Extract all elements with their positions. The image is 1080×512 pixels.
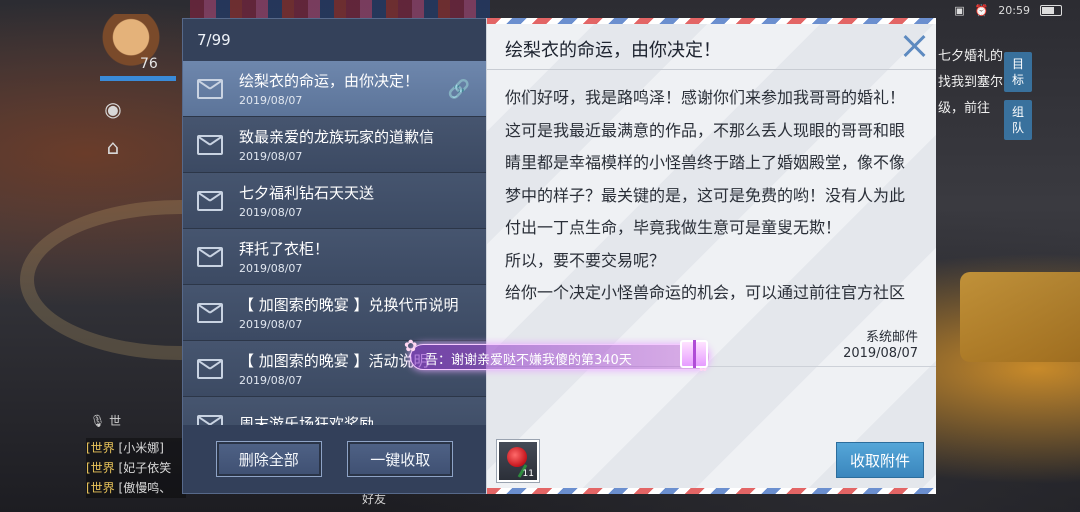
mail-list-panel: 7/99 绘梨衣的命运，由你决定！ 2019/08/07 🔗 致最亲爱的龙族玩家…	[182, 18, 487, 494]
status-time: 20:59	[998, 3, 1030, 17]
mail-count: 7/99	[183, 19, 486, 61]
tab-team[interactable]: 组队	[1004, 100, 1032, 140]
gift-icon	[680, 340, 708, 368]
mail-item-date: 2019/08/07	[239, 318, 303, 331]
player-level: 76	[140, 56, 158, 72]
mail-list-item[interactable]: 七夕福利钻石天天送 2019/08/07	[183, 173, 486, 229]
chat-line: [世界 [傲慢鸣、	[86, 481, 172, 495]
mail-sender: 系统邮件	[865, 330, 918, 345]
envelope-icon	[197, 358, 223, 379]
microphone-icon: 🎙	[90, 414, 106, 428]
right-tabs: 目标 组队	[1004, 52, 1032, 140]
quest-line: 七夕婚礼的	[938, 49, 1004, 64]
mail-list-item[interactable]: 绘梨衣的命运，由你决定！ 2019/08/07 🔗	[183, 61, 486, 117]
attachment-item[interactable]: 11	[497, 440, 539, 482]
mail-body-line: 给你一个决定小怪兽命运的机会，可以通过前往官方社区	[505, 283, 906, 302]
airmail-border-bottom	[487, 488, 936, 494]
mail-body-line: 你们好呀，我是路鸣泽！感谢你们来参加我哥哥的婚礼！	[505, 88, 906, 107]
mail-sent-date: 2019/08/07	[843, 346, 918, 361]
mail-subject: 绘梨衣的命运，由你决定！	[505, 40, 721, 61]
mail-detail-panel: 绘梨衣的命运，由你决定！ 你们好呀，我是路鸣泽！感谢你们来参加我哥哥的婚礼！ 这…	[486, 18, 936, 494]
eye-icon[interactable]: ◉	[100, 96, 126, 122]
envelope-icon	[197, 414, 223, 425]
mail-list-footer: 删除全部 一键收取	[183, 425, 486, 493]
mail-item-title: 绘梨衣的命运，由你决定！	[239, 72, 420, 90]
mail-list-item[interactable]: 【 加图索的晚宴 】兑换代币说明 2019/08/07	[183, 285, 486, 341]
chat-voice-button[interactable]: 🎙 世	[90, 412, 121, 429]
quest-line: 级，前往	[938, 101, 991, 116]
battery-icon	[1040, 4, 1062, 16]
tab-target[interactable]: 目标	[1004, 52, 1032, 92]
mail-item-title: 拜托了衣柜！	[239, 240, 330, 258]
envelope-icon	[197, 302, 223, 323]
mail-body-line: 所以，要不要交易呢？	[505, 250, 666, 270]
mail-header: 绘梨衣的命运，由你决定！	[487, 24, 936, 70]
claim-all-button[interactable]: 一键收取	[347, 441, 454, 477]
envelope-icon	[197, 246, 223, 267]
claim-attachment-button[interactable]: 收取附件	[836, 442, 924, 478]
envelope-icon	[197, 190, 223, 211]
mail-item-date: 2019/08/07	[239, 374, 303, 387]
barrage-text: 吾：谢谢亲爱哒不嫌我傻的第340天	[425, 353, 632, 368]
player-exp-bar	[100, 76, 176, 81]
attachment-count: 11	[522, 469, 534, 479]
delete-all-button[interactable]: 删除全部	[215, 441, 322, 477]
mail-item-title: 【 加图索的晚宴 】兑换代币说明	[239, 296, 459, 314]
mail-body-line: 付出一丁点生命，毕竟我做生意可是童叟无欺！	[505, 218, 842, 237]
flower-icon: ✿	[404, 336, 418, 355]
mail-item-title: 周末游乐场狂欢奖励	[239, 414, 375, 426]
mail-item-title: 致最亲爱的龙族玩家的道歉信	[239, 128, 435, 146]
mail-item-date: 2019/08/07	[239, 206, 303, 219]
mail-list-item[interactable]: 拜托了衣柜！ 2019/08/07	[183, 229, 486, 285]
link-icon: 🔗	[447, 79, 470, 100]
chat-log[interactable]: [世界 [小米娜] [世界 [妃子依笑 [世界 [傲慢鸣、	[86, 438, 186, 498]
mail-list-item[interactable]: 致最亲爱的龙族玩家的道歉信 2019/08/07	[183, 117, 486, 173]
status-bar: ▣ ⏰ 20:59	[954, 2, 1062, 18]
sofa	[960, 272, 1080, 362]
mail-item-title: 【 加图索的晚宴 】活动说明	[239, 352, 429, 370]
mail-item-date: 2019/08/07	[239, 262, 303, 275]
barrage-message: 吾：谢谢亲爱哒不嫌我傻的第340天	[410, 344, 710, 370]
chat-line: [世界 [小米娜]	[86, 441, 164, 455]
mail-body-line: 这可是我最近最满意的作品，不那么丢人现眼的哥哥和眼	[505, 120, 906, 140]
mail-body[interactable]: 你们好呀，我是路鸣泽！感谢你们来参加我哥哥的婚礼！ 这可是我最近最满意的作品，不…	[505, 82, 923, 314]
mail-body-line: 睛里都是幸福模样的小怪兽终于踏上了婚姻殿堂，像不像	[505, 153, 906, 172]
camera-icon: ▣	[954, 3, 965, 17]
mail-list-item[interactable]: 周末游乐场狂欢奖励	[183, 397, 486, 425]
chat-line: [世界 [妃子依笑	[86, 461, 172, 475]
close-icon[interactable]	[902, 34, 926, 58]
mail-body-line: 梦中的样子？最关键的是，这可是免费的哟！没有人为此	[505, 185, 906, 205]
mail-item-date: 2019/08/07	[239, 150, 303, 163]
envelope-icon	[197, 134, 223, 155]
mail-item-title: 七夕福利钻石天天送	[239, 184, 375, 202]
alarm-icon: ⏰	[974, 3, 989, 17]
quest-line: 找我到塞尔	[938, 75, 1004, 90]
mail-item-date: 2019/08/07	[239, 94, 303, 107]
mail-list[interactable]: 绘梨衣的命运，由你决定！ 2019/08/07 🔗 致最亲爱的龙族玩家的道歉信 …	[183, 61, 486, 425]
home-icon[interactable]: ⌂	[100, 134, 126, 160]
envelope-icon	[197, 78, 223, 99]
quest-tracker[interactable]: 七夕婚礼的 找我到塞尔 级，前往	[938, 44, 1008, 122]
